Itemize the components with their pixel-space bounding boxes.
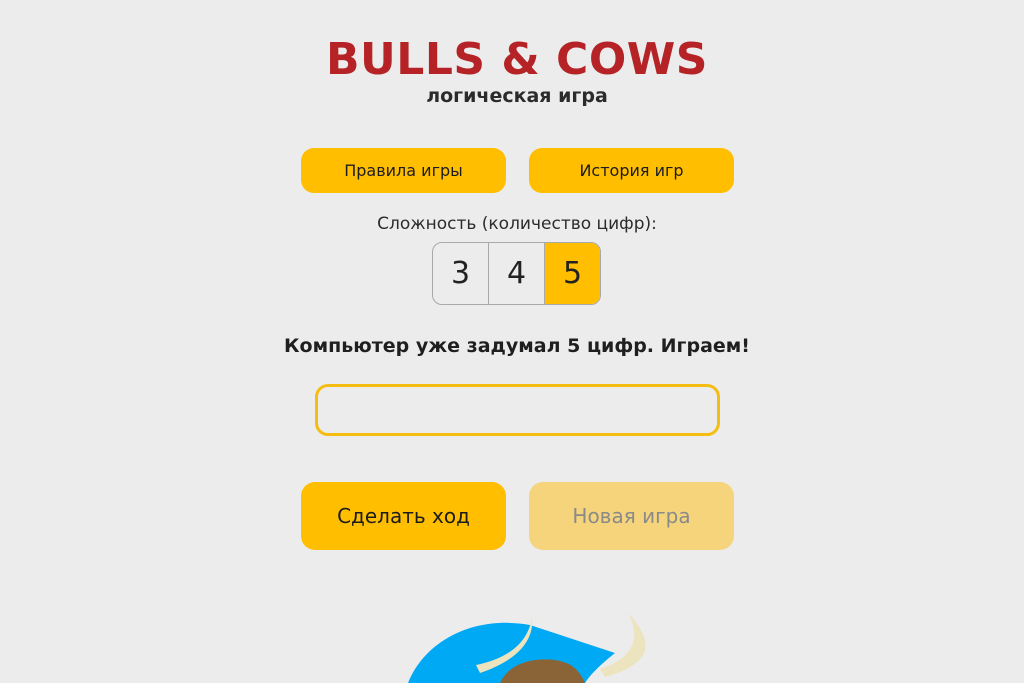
game-title: BULLS & COWS xyxy=(326,34,708,85)
game-page: BULLS & COWS логическая игра Правила игр… xyxy=(0,0,1024,683)
make-move-button[interactable]: Сделать ход xyxy=(301,482,506,550)
difficulty-option-5[interactable]: 5 xyxy=(544,243,600,304)
difficulty-label: Сложность (количество цифр): xyxy=(377,214,657,234)
game-subtitle: логическая игра xyxy=(426,85,608,107)
mascot-horn-right xyxy=(600,613,646,677)
rules-button[interactable]: Правила игры xyxy=(301,148,506,193)
new-game-button[interactable]: Новая игра xyxy=(529,482,734,550)
bull-mascot-icon xyxy=(408,613,646,683)
history-button[interactable]: История игр xyxy=(529,148,734,193)
guess-input[interactable] xyxy=(315,384,720,436)
difficulty-option-4[interactable]: 4 xyxy=(488,243,544,304)
status-message: Компьютер уже задумал 5 цифр. Играем! xyxy=(284,335,750,357)
difficulty-selector: 3 4 5 xyxy=(432,242,601,305)
difficulty-option-3[interactable]: 3 xyxy=(433,243,488,304)
